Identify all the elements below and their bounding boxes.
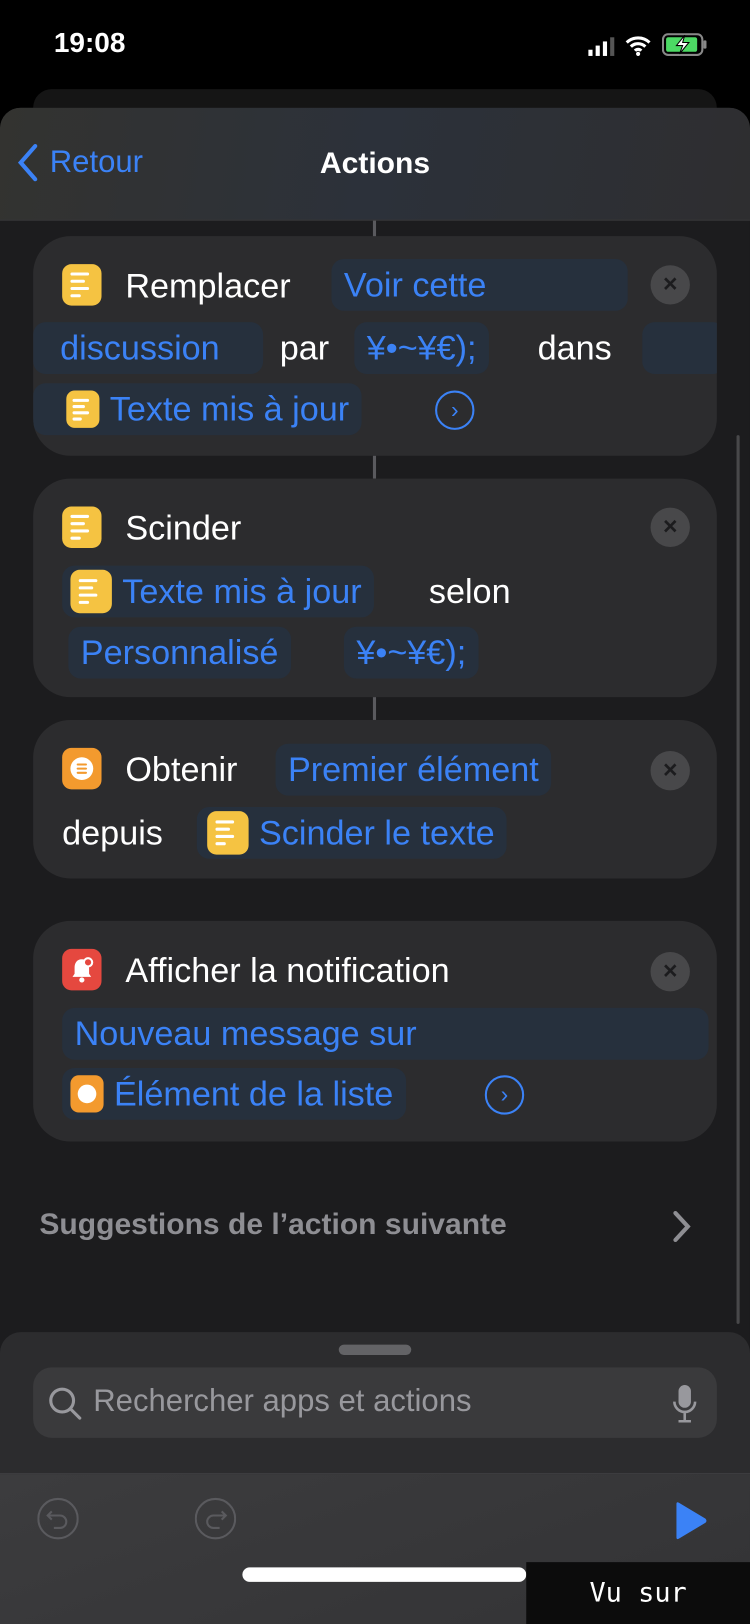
action-verb: Remplacer bbox=[125, 266, 291, 305]
text-icon bbox=[62, 506, 102, 548]
connector bbox=[372, 697, 377, 720]
label-selon: selon bbox=[428, 571, 511, 611]
play-icon[interactable] bbox=[673, 1501, 708, 1540]
battery-charging-icon bbox=[661, 33, 707, 56]
input-variable-token[interactable]: Texte mis à jour bbox=[33, 383, 362, 436]
remove-action-button[interactable]: × bbox=[650, 507, 690, 547]
variable-text: Texte mis à jour bbox=[109, 389, 350, 428]
label-par: par bbox=[279, 328, 330, 367]
replacement-token[interactable]: ¥•~¥€); bbox=[354, 322, 489, 374]
variable-text: Texte mis à jour bbox=[122, 571, 362, 611]
action-show-notification[interactable]: Afficher la notification × Nouveau messa… bbox=[33, 920, 717, 1142]
find-text: Voir cette bbox=[343, 265, 487, 304]
variable-text: Scinder le texte bbox=[258, 813, 495, 852]
variable-text: Élément de la liste bbox=[113, 1074, 394, 1113]
item-text: Premier élément bbox=[287, 749, 539, 789]
connector bbox=[372, 220, 377, 238]
separator-type-text: Personnalisé bbox=[80, 632, 279, 672]
remove-action-button[interactable]: × bbox=[650, 951, 690, 992]
scrollbar[interactable] bbox=[736, 435, 740, 1324]
search-sheet: Rechercher apps et actions bbox=[0, 1332, 750, 1474]
action-verb: Obtenir bbox=[125, 749, 238, 789]
find-text: discussion bbox=[60, 328, 220, 367]
cellular-icon bbox=[588, 37, 615, 56]
suggestions-label[interactable]: Suggestions de l’action suivante bbox=[39, 1208, 506, 1242]
list-icon bbox=[62, 747, 102, 790]
bell-icon bbox=[62, 948, 102, 991]
separator-text: ¥•~¥€); bbox=[356, 632, 467, 672]
text-icon bbox=[62, 264, 102, 306]
input-variable-token[interactable]: Texte mis à jour bbox=[62, 565, 375, 618]
text-icon bbox=[66, 390, 100, 428]
list-variable-token[interactable]: Élément de la liste bbox=[62, 1068, 406, 1120]
text-icon bbox=[70, 569, 112, 614]
watermark: Vu sur Foforum bbox=[526, 1562, 750, 1624]
empty-token[interactable] bbox=[642, 322, 717, 374]
find-token-cont[interactable]: discussion bbox=[33, 322, 264, 374]
separator-type-token[interactable]: Personnalisé bbox=[68, 626, 291, 679]
notification-body-token[interactable]: Nouveau message sur bbox=[62, 1007, 709, 1060]
input-variable-token[interactable]: Scinder le texte bbox=[196, 806, 508, 859]
action-split[interactable]: Scinder × Texte mis à jour selon Personn… bbox=[33, 478, 717, 698]
label-dans: dans bbox=[537, 328, 612, 367]
chevron-right-icon[interactable] bbox=[671, 1210, 692, 1243]
redo-icon[interactable] bbox=[194, 1497, 237, 1541]
text-icon bbox=[207, 811, 249, 855]
expand-options-button[interactable]: › bbox=[484, 1075, 525, 1115]
nav-bar: Retour Actions bbox=[0, 107, 750, 221]
item-token[interactable]: Premier élément bbox=[275, 743, 552, 796]
search-icon bbox=[49, 1387, 82, 1420]
microphone-icon[interactable] bbox=[671, 1384, 698, 1423]
remove-action-button[interactable]: × bbox=[650, 265, 690, 305]
list-icon bbox=[70, 1075, 104, 1113]
status-time: 19:08 bbox=[53, 26, 126, 59]
action-get-item[interactable]: Obtenir Premier élément × depuis Scinder… bbox=[33, 719, 717, 879]
search-placeholder: Rechercher apps et actions bbox=[93, 1383, 472, 1419]
page-title: Actions bbox=[319, 147, 431, 181]
body-text: Nouveau message sur bbox=[74, 1014, 417, 1053]
expand-options-button[interactable]: › bbox=[435, 390, 475, 430]
remove-action-button[interactable]: × bbox=[650, 751, 690, 791]
connector bbox=[372, 455, 377, 479]
wifi-icon bbox=[625, 36, 651, 56]
action-replace[interactable]: Remplacer Voir cette × discussion par ¥•… bbox=[33, 236, 717, 456]
sheet-grabber[interactable] bbox=[338, 1344, 412, 1355]
undo-icon[interactable] bbox=[37, 1497, 79, 1541]
separator-token[interactable]: ¥•~¥€); bbox=[343, 626, 479, 679]
replacement-text: ¥•~¥€); bbox=[366, 328, 477, 367]
label-depuis: depuis bbox=[62, 813, 163, 852]
search-input[interactable]: Rechercher apps et actions bbox=[33, 1367, 717, 1438]
status-icons bbox=[588, 33, 707, 56]
action-verb: Scinder bbox=[125, 508, 242, 547]
action-verb: Afficher la notification bbox=[125, 950, 450, 990]
home-indicator[interactable] bbox=[242, 1567, 527, 1582]
find-token[interactable]: Voir cette bbox=[331, 258, 628, 311]
